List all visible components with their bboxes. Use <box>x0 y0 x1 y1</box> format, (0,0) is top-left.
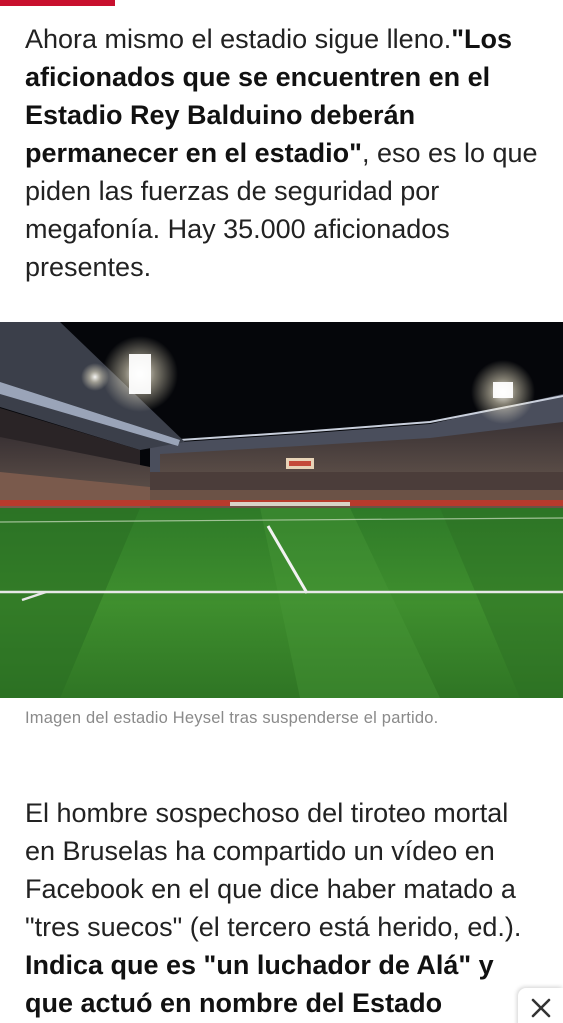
accent-bar <box>0 0 115 6</box>
image-caption: Imagen del estadio Heysel tras suspender… <box>25 709 439 727</box>
stadium-photo <box>0 322 563 698</box>
close-icon <box>531 998 550 1018</box>
article-paragraph-1: Ahora mismo el estadio sigue lleno."Los … <box>25 20 545 286</box>
paragraph-bold: Indica que es "un luchador de Alá" y que… <box>25 950 494 1018</box>
paragraph-intro: Ahora mismo el estadio sigue lleno. <box>25 24 452 54</box>
ad-close-button[interactable] <box>518 988 563 1023</box>
article-paragraph-2: El hombre sospechoso del tiroteo mortal … <box>25 794 545 1023</box>
paragraph-text: El hombre sospechoso del tiroteo mortal … <box>25 798 522 942</box>
